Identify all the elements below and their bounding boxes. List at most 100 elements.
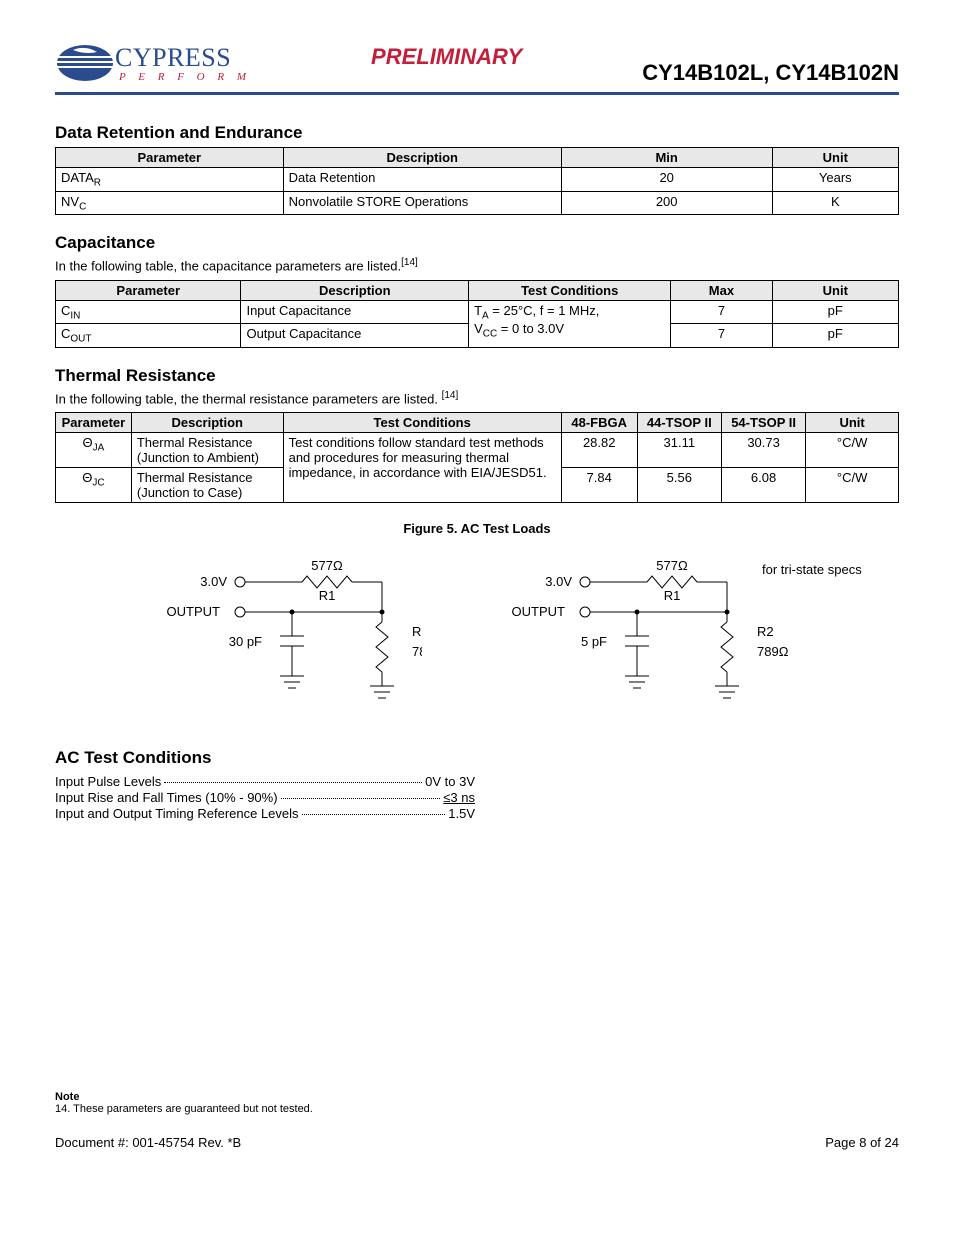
dot-leader [164, 782, 422, 783]
subtext-ref: [14] [401, 257, 418, 268]
section-thermal-title: Thermal Resistance [55, 366, 899, 386]
cell: 7.84 [561, 468, 637, 503]
col-header: 48-FBGA [561, 413, 637, 433]
capacitance-table: Parameter Description Test Conditions Ma… [55, 280, 899, 348]
col-header: Description [241, 280, 469, 300]
svg-text:for tri-state specs: for tri-state specs [762, 562, 862, 577]
circuit-right: 3.0V 577Ω R1 for tri-state specs OUTPUT … [482, 556, 862, 726]
dot-leader [302, 814, 446, 815]
col-header: 54-TSOP II [721, 413, 805, 433]
svg-text:R1: R1 [664, 588, 681, 603]
ac-value: 0V to 3V [425, 774, 475, 789]
svg-text:789Ω: 789Ω [412, 644, 422, 659]
subtext-text: In the following table, the capacitance … [55, 259, 401, 274]
ac-row: Input and Output Timing Reference Levels… [55, 806, 475, 821]
cond-part: = 0 to 3.0V [497, 321, 564, 336]
col-header: Description [131, 413, 283, 433]
cell: Output Capacitance [241, 324, 469, 348]
param-sub: R [94, 178, 101, 189]
footnote-block: Note 14. These parameters are guaranteed… [55, 1091, 899, 1115]
param-symbol: C [61, 326, 70, 341]
table-row: NVC Nonvolatile STORE Operations 200 K [56, 191, 899, 215]
svg-text:R1: R1 [319, 588, 336, 603]
cell: pF [772, 300, 898, 324]
note-text: 14. These parameters are guaranteed but … [55, 1103, 899, 1115]
capacitance-subtext: In the following table, the capacitance … [55, 257, 899, 273]
cell: Thermal Resistance (Junction to Case) [131, 468, 283, 503]
table-row: DATAR Data Retention 20 Years [56, 168, 899, 192]
cell: 7 [671, 324, 772, 348]
thermal-table: Parameter Description Test Conditions 48… [55, 412, 899, 503]
thermal-subtext: In the following table, the thermal resi… [55, 390, 899, 406]
part-number: CY14B102L, CY14B102N [642, 60, 899, 86]
cell: 28.82 [561, 433, 637, 468]
doc-number: Document #: 001-45754 Rev. *B [55, 1135, 241, 1150]
page-header: CYPRESS P E R F O R M PRELIMINARY CY14B1… [55, 40, 899, 95]
svg-text:30 pF: 30 pF [229, 634, 262, 649]
col-header: Parameter [56, 413, 132, 433]
param-symbol: DATA [61, 170, 94, 185]
cond-part: A [482, 310, 489, 321]
col-header: Parameter [56, 148, 284, 168]
cell: 20 [561, 168, 772, 192]
section-ac-title: AC Test Conditions [55, 748, 899, 768]
test-conditions-cell: TA = 25°C, f = 1 MHz, VCC = 0 to 3.0V [469, 300, 671, 347]
page-footer: Document #: 001-45754 Rev. *B Page 8 of … [55, 1135, 899, 1150]
circuit-left: 3.0V 577Ω R1 OUTPUT 30 pF R2 789Ω [92, 556, 422, 726]
ac-label: Input Pulse Levels [55, 774, 161, 789]
cell: Data Retention [283, 168, 561, 192]
ac-value: 1.5V [448, 806, 475, 821]
svg-text:789Ω: 789Ω [757, 644, 789, 659]
col-header: Unit [772, 280, 898, 300]
cond-part: = 25°C, f = 1 MHz, [489, 303, 600, 318]
param-symbol: C [61, 303, 70, 318]
ac-row: Input Rise and Fall Times (10% - 90%) ≤3… [55, 790, 475, 805]
svg-text:577Ω: 577Ω [656, 558, 688, 573]
cell: 30.73 [721, 433, 805, 468]
ac-label: Input Rise and Fall Times (10% - 90%) [55, 790, 278, 805]
cond-part: V [474, 321, 483, 336]
col-header: Test Conditions [283, 413, 561, 433]
logo-tagline: P E R F O R M [119, 71, 251, 83]
cell: K [772, 191, 898, 215]
col-header: Min [561, 148, 772, 168]
cell: 200 [561, 191, 772, 215]
param-symbol: Θ [82, 470, 92, 485]
section-capacitance-title: Capacitance [55, 233, 899, 253]
figure5-caption: Figure 5. AC Test Loads [55, 521, 899, 536]
cell: Thermal Resistance (Junction to Ambient) [131, 433, 283, 468]
param-sub: JA [93, 443, 105, 454]
note-title: Note [55, 1091, 899, 1103]
cypress-logo-icon [55, 40, 119, 86]
svg-text:OUTPUT: OUTPUT [512, 604, 566, 619]
svg-text:5 pF: 5 pF [581, 634, 607, 649]
param-sub: IN [70, 310, 80, 321]
test-conditions-cell: Test conditions follow standard test met… [283, 433, 561, 503]
retention-table: Parameter Description Min Unit DATAR Dat… [55, 147, 899, 215]
svg-text:R2: R2 [757, 624, 774, 639]
svg-text:OUTPUT: OUTPUT [167, 604, 221, 619]
cell: Input Capacitance [241, 300, 469, 324]
param-sub: C [79, 201, 86, 212]
subtext-ref: [14] [442, 390, 459, 401]
param-sub: OUT [70, 334, 91, 345]
cell: 31.11 [637, 433, 721, 468]
cond-part: CC [483, 329, 497, 340]
circuit-diagrams: 3.0V 577Ω R1 OUTPUT 30 pF R2 789Ω 3.0V [55, 556, 899, 726]
ac-label: Input and Output Timing Reference Levels [55, 806, 299, 821]
table-row: CIN Input Capacitance TA = 25°C, f = 1 M… [56, 300, 899, 324]
preliminary-label: PRELIMINARY [371, 44, 522, 70]
param-symbol: Θ [83, 435, 93, 450]
ac-value: ≤3 ns [443, 790, 475, 805]
logo-block: CYPRESS P E R F O R M [55, 40, 251, 86]
page-number: Page 8 of 24 [825, 1135, 899, 1150]
ac-row: Input Pulse Levels 0V to 3V [55, 774, 475, 789]
section-retention-title: Data Retention and Endurance [55, 123, 899, 143]
cell: Years [772, 168, 898, 192]
cell: 5.56 [637, 468, 721, 503]
col-header: Parameter [56, 280, 241, 300]
dot-leader [281, 798, 441, 799]
cell: 6.08 [721, 468, 805, 503]
param-sub: JC [92, 478, 104, 489]
cell: pF [772, 324, 898, 348]
